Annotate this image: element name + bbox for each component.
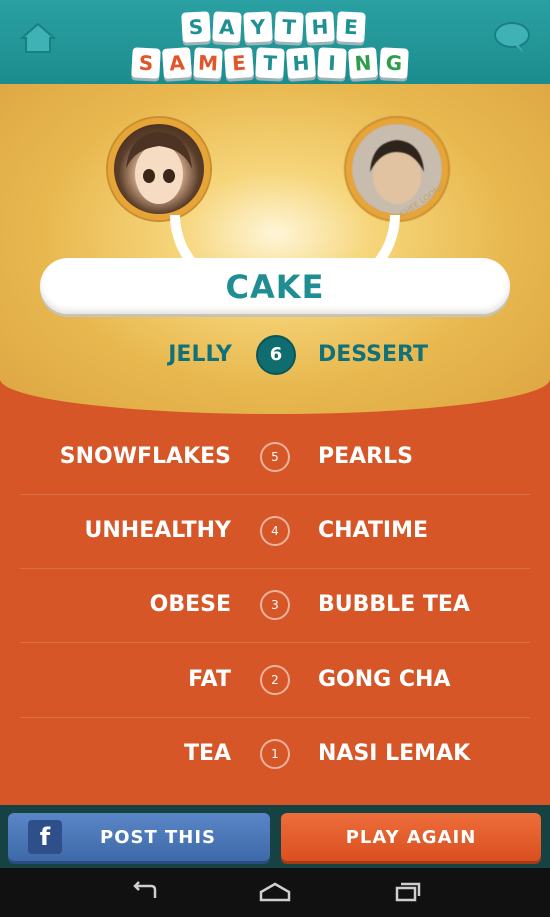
history-row: SNOWFLAKES 5 PEARLS bbox=[20, 420, 530, 495]
history-round-number: 5 bbox=[260, 442, 290, 472]
logo-letter-tile: G bbox=[379, 47, 409, 79]
header-bar: SAYTHESAMETHING bbox=[0, 0, 550, 95]
logo-letter-tile: E bbox=[223, 47, 255, 79]
history-round-number: 4 bbox=[260, 516, 290, 546]
answer-word: CAKE bbox=[225, 268, 325, 306]
logo-letter-tile: Y bbox=[243, 11, 273, 43]
history-round-number: 2 bbox=[260, 665, 290, 695]
post-this-label: POST THIS bbox=[100, 827, 217, 848]
history-left-word: FAT bbox=[188, 667, 231, 692]
android-nav-bar bbox=[0, 868, 550, 917]
home-nav-icon[interactable] bbox=[255, 880, 295, 904]
logo-letter-tile: H bbox=[305, 11, 335, 43]
home-icon[interactable] bbox=[18, 18, 58, 58]
history-right-word: PEARLS bbox=[318, 444, 413, 469]
app-logo: SAYTHESAMETHING bbox=[120, 6, 430, 86]
history-list: SNOWFLAKES 5 PEARLS UNHEALTHY 4 CHATIME … bbox=[0, 420, 550, 800]
logo-letter-tile: H bbox=[285, 47, 317, 79]
logo-letter-tile: M bbox=[193, 47, 223, 79]
history-right-word: BUBBLE TEA bbox=[318, 592, 470, 617]
history-row: UNHEALTHY 4 CHATIME bbox=[20, 494, 530, 569]
history-right-word: GONG CHA bbox=[318, 667, 451, 692]
history-left-word: SNOWFLAKES bbox=[59, 444, 231, 469]
logo-letter-tile: T bbox=[255, 47, 285, 79]
logo-letter-tile: I bbox=[317, 47, 347, 79]
app-screen: SAYTHESAMETHING CHEE LOONG CAKE JELLY 6 … bbox=[0, 0, 550, 868]
history-round-number: 3 bbox=[260, 590, 290, 620]
history-left-word: OBESE bbox=[149, 592, 231, 617]
logo-letter-tile: T bbox=[274, 11, 304, 43]
round-number-badge: 6 bbox=[258, 337, 294, 373]
history-right-word: NASI LEMAK bbox=[318, 741, 471, 766]
bottom-action-bar: f POST THIS PLAY AGAIN bbox=[0, 805, 550, 868]
facebook-icon: f bbox=[28, 820, 62, 854]
current-left-word: JELLY bbox=[168, 342, 232, 367]
play-again-button[interactable]: PLAY AGAIN bbox=[281, 813, 541, 861]
play-again-label: PLAY AGAIN bbox=[345, 827, 477, 848]
logo-letter-tile: A bbox=[212, 11, 242, 43]
history-left-word: TEA bbox=[183, 741, 231, 766]
current-right-word: DESSERT bbox=[318, 342, 428, 367]
history-row: OBESE 3 BUBBLE TEA bbox=[20, 568, 530, 643]
player-avatar-left bbox=[108, 118, 210, 220]
post-this-button[interactable]: f POST THIS bbox=[8, 813, 270, 861]
history-row: FAT 2 GONG CHA bbox=[20, 643, 530, 718]
recent-apps-icon[interactable] bbox=[385, 880, 425, 904]
history-right-word: CHATIME bbox=[318, 518, 428, 543]
logo-letter-tile: S bbox=[181, 11, 211, 43]
chat-bubble-icon[interactable] bbox=[492, 18, 532, 58]
logo-letter-tile: N bbox=[347, 47, 379, 79]
logo-letter-tile: S bbox=[131, 47, 161, 79]
back-icon[interactable] bbox=[125, 880, 165, 904]
history-round-number: 1 bbox=[260, 739, 290, 769]
history-row: TEA 1 NASI LEMAK bbox=[20, 717, 530, 791]
logo-letter-tile: A bbox=[161, 47, 193, 79]
history-left-word: UNHEALTHY bbox=[84, 518, 231, 543]
logo-letter-tile: E bbox=[336, 11, 366, 43]
player-avatar-right bbox=[346, 118, 448, 220]
